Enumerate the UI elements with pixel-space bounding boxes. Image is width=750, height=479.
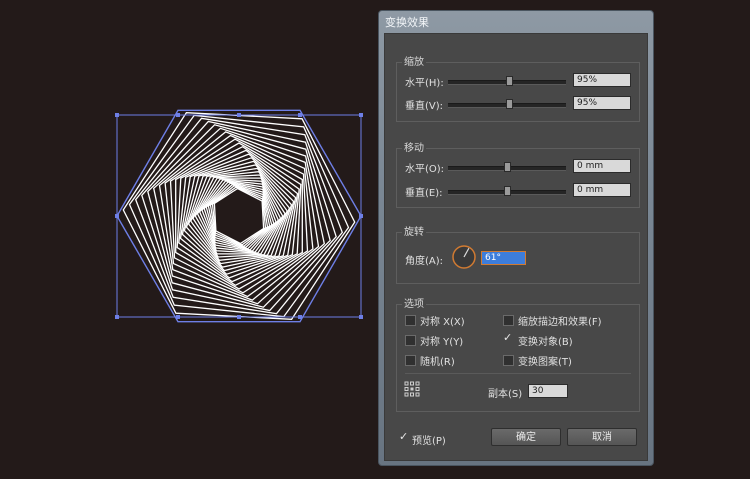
dialog-titlebar[interactable]: 变换效果 [379, 11, 653, 33]
selection-handle[interactable] [359, 113, 363, 117]
scale-horizontal-label: 水平(H): [405, 78, 444, 89]
preview-check-icon[interactable]: ✓ [399, 431, 408, 442]
selection-handle[interactable] [115, 113, 119, 117]
cancel-button[interactable]: 取消 [567, 428, 637, 446]
move-vertical-label: 垂直(E): [405, 188, 443, 199]
selection-handle[interactable] [237, 315, 241, 319]
angle-label: 角度(A): [405, 256, 444, 267]
hexagon-spiral-artwork[interactable] [0, 0, 378, 479]
selection-handle[interactable] [359, 214, 363, 218]
selection-handle[interactable] [176, 113, 180, 117]
ok-button[interactable]: 确定 [491, 428, 561, 446]
scale-vertical-field[interactable]: 95% [573, 96, 631, 110]
scale-horizontal-field[interactable]: 95% [573, 73, 631, 87]
hexagon-copy [164, 134, 314, 298]
scale-group [396, 62, 640, 122]
selection-handle[interactable] [298, 315, 302, 319]
hexagon-copy [158, 131, 320, 301]
selection-handle[interactable] [115, 315, 119, 319]
reference-point-icon[interactable] [404, 381, 420, 397]
dialog-title: 变换效果 [385, 16, 429, 29]
transform-objects-check-icon[interactable]: ✓ [503, 332, 512, 343]
scale-group-title: 缩放 [402, 53, 426, 68]
hexagon-copy [134, 117, 344, 315]
selection-bounding-box[interactable] [116, 114, 362, 318]
move-vertical-field[interactable]: 0 mm [573, 183, 631, 197]
reflect-x-label: 对称 X(X) [420, 317, 465, 328]
move-group [396, 148, 640, 208]
selection-handle[interactable] [176, 315, 180, 319]
reflect-y-checkbox[interactable] [405, 335, 416, 346]
random-label: 随机(R) [420, 357, 455, 368]
reflect-x-checkbox[interactable] [405, 315, 416, 326]
scale-strokes-label: 缩放描边和效果(F) [518, 317, 602, 328]
options-divider [405, 373, 631, 374]
transform-objects-label: 变换对象(B) [518, 337, 573, 348]
dialog-body: 缩放 水平(H): 95% 垂直(V): 95% 移动 水平(O): 0 mm … [384, 33, 648, 461]
copies-label: 副本(S) [488, 389, 523, 400]
reflect-y-label: 对称 Y(Y) [420, 337, 464, 348]
options-group-title: 选项 [402, 295, 426, 310]
move-horizontal-label: 水平(O): [405, 164, 445, 175]
random-checkbox[interactable] [405, 355, 416, 366]
scale-vertical-label: 垂直(V): [405, 101, 444, 112]
scale-vertical-slider-thumb[interactable] [506, 99, 514, 109]
angle-field[interactable]: 61° [481, 251, 526, 265]
copies-field[interactable]: 30 [528, 384, 568, 398]
move-horizontal-slider-thumb[interactable] [504, 162, 511, 172]
selection-handle[interactable] [115, 214, 119, 218]
selection-handle[interactable] [298, 113, 302, 117]
selection-handle[interactable] [237, 113, 241, 117]
scale-horizontal-slider-thumb[interactable] [506, 76, 514, 86]
scale-strokes-checkbox[interactable] [503, 315, 514, 326]
outer-hexagon [116, 109, 362, 323]
rotate-group-title: 旋转 [402, 223, 426, 238]
hexagon-copy [141, 120, 337, 312]
transform-patterns-label: 变换图案(T) [518, 357, 572, 368]
move-vertical-slider-thumb[interactable] [504, 186, 511, 196]
selection-handle[interactable] [359, 315, 363, 319]
preview-label: 预览(P) [412, 436, 446, 447]
transform-patterns-checkbox[interactable] [503, 355, 514, 366]
artboard[interactable] [0, 0, 378, 479]
angle-dial[interactable] [451, 244, 477, 270]
move-group-title: 移动 [402, 139, 426, 154]
move-horizontal-field[interactable]: 0 mm [573, 159, 631, 173]
transform-effect-dialog: 变换效果 缩放 水平(H): 95% 垂直(V): 95% 移动 水平(O): … [378, 10, 654, 466]
